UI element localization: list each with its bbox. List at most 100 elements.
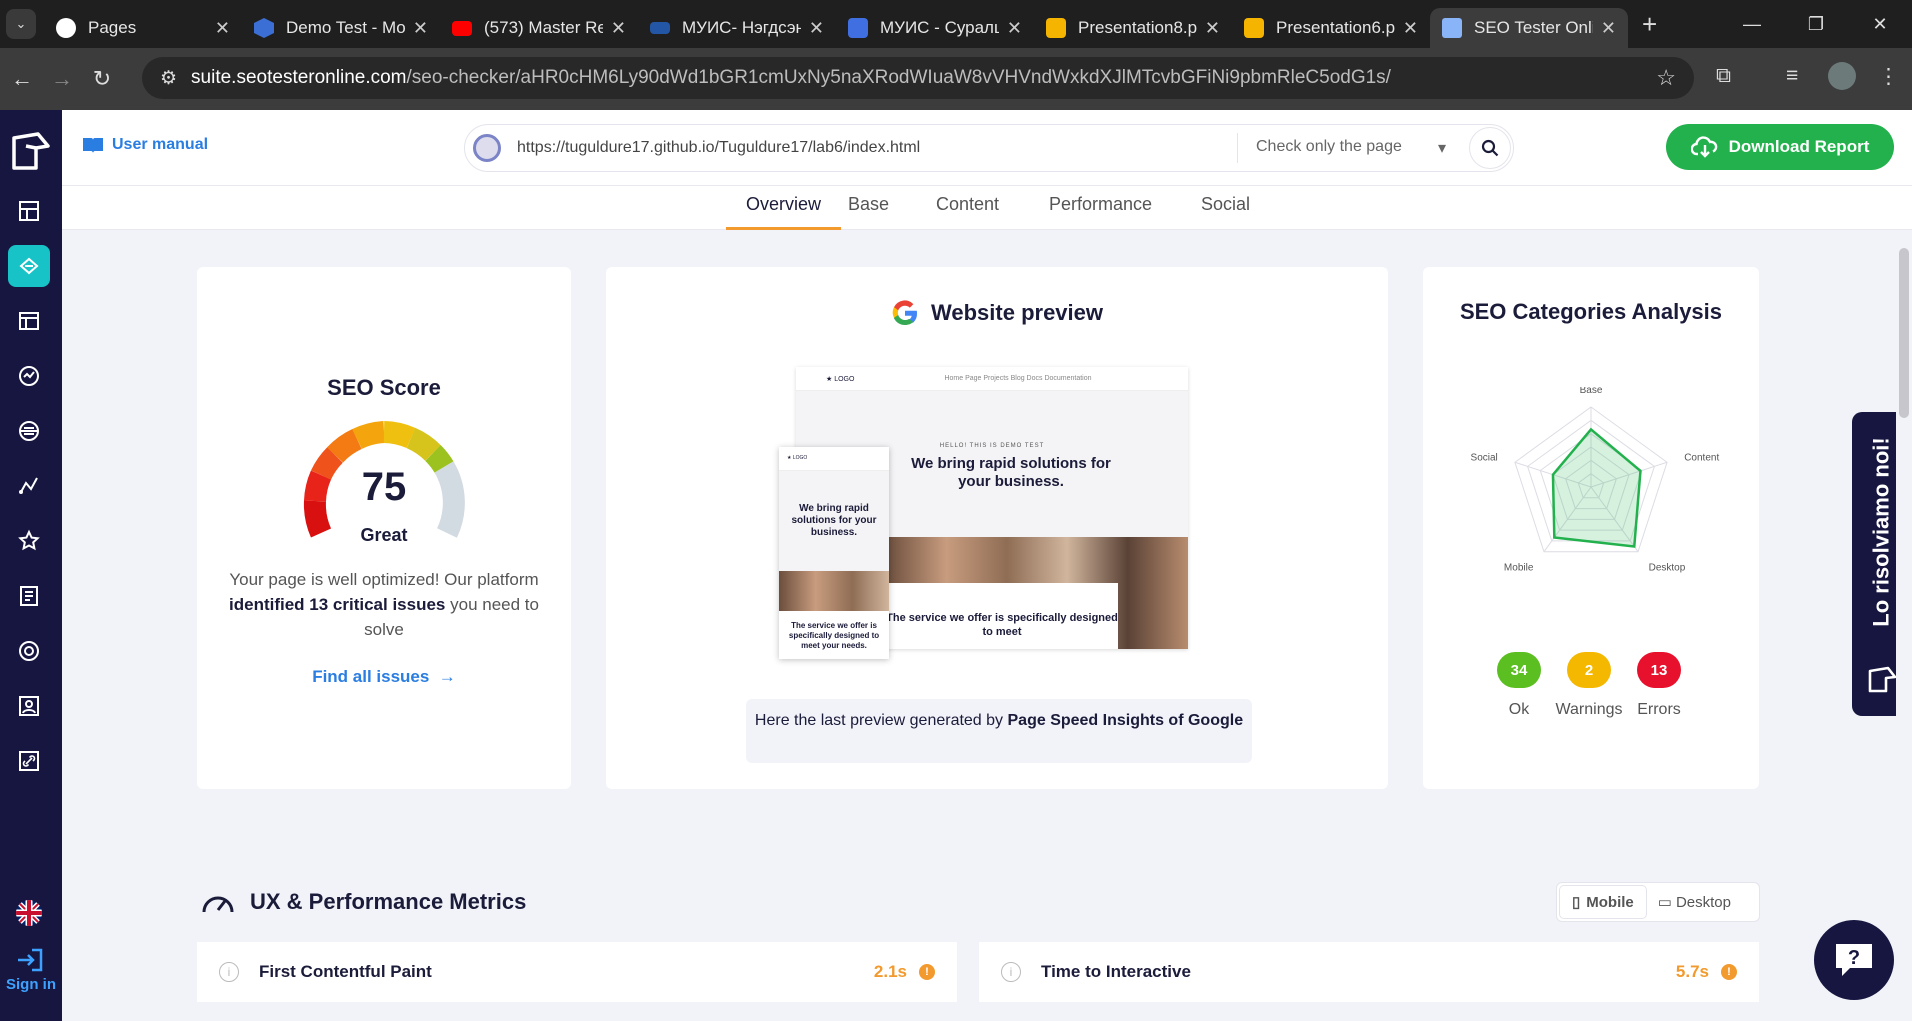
metric-row: i First Contentful Paint 2.1s ! xyxy=(197,942,957,1002)
mobile-preview-image: ★ LOGO We bring rapid solutions for your… xyxy=(779,447,889,659)
warning-icon: ! xyxy=(1721,964,1737,980)
browser-tab-active[interactable]: SEO Tester Onlin ✕ xyxy=(1430,8,1628,48)
check-mode-select[interactable]: Check only the page ▾ xyxy=(1256,138,1456,158)
search-button[interactable] xyxy=(1469,127,1511,169)
language-flag-uk-icon[interactable] xyxy=(16,900,42,926)
minimize-icon[interactable]: — xyxy=(1720,0,1784,48)
tab-performance[interactable]: Performance xyxy=(1049,194,1152,230)
info-icon[interactable]: i xyxy=(219,962,239,982)
close-tab-icon[interactable]: ✕ xyxy=(215,18,230,39)
seo-score-value: 75 xyxy=(361,465,407,509)
ok-count-badge: 34 xyxy=(1497,652,1541,688)
analytics-icon[interactable] xyxy=(8,355,50,397)
browser-tab[interactable]: Pages ✕ xyxy=(44,8,242,48)
tab-overview[interactable]: Overview xyxy=(726,194,842,230)
scrollbar-thumb[interactable] xyxy=(1899,248,1909,418)
user-manual-link[interactable]: User manual xyxy=(82,136,208,154)
user-profile-icon[interactable] xyxy=(8,685,50,727)
restore-icon[interactable]: ❐ xyxy=(1784,0,1848,48)
tab-title: Pages xyxy=(88,18,137,37)
mobile-navbar: ★ LOGO xyxy=(779,447,889,471)
dashboard-icon[interactable] xyxy=(8,190,50,232)
window-controls: — ❐ ✕ xyxy=(1720,0,1912,48)
radar-axis-label-social: Social xyxy=(1471,453,1498,464)
tab-base[interactable]: Base xyxy=(848,194,889,230)
page-scrollbar[interactable] xyxy=(1896,230,1912,1021)
forward-icon[interactable]: → xyxy=(42,66,82,92)
download-report-label: Download Report xyxy=(1728,137,1870,156)
close-tab-icon[interactable]: ✕ xyxy=(1601,18,1616,39)
mobile-service-text: The service we offer is specifically des… xyxy=(788,621,880,650)
site-audit-icon[interactable] xyxy=(8,300,50,342)
check-url-input[interactable]: https://tuguldure17.github.io/Tuguldure1… xyxy=(517,139,1237,157)
backlinks-icon[interactable] xyxy=(8,410,50,452)
metric-value: 2.1s xyxy=(873,962,907,981)
website-preview-title: Website preview xyxy=(931,300,1103,325)
browser-tab[interactable]: МУИС- Нэгдсэн ✕ xyxy=(638,8,836,48)
close-window-icon[interactable]: ✕ xyxy=(1848,0,1912,48)
browser-tab[interactable]: Demo Test - Mo ✕ xyxy=(242,8,440,48)
link-tools-icon[interactable] xyxy=(8,740,50,782)
menu-icon[interactable]: ⋮ xyxy=(1878,64,1899,89)
site-info-icon[interactable]: ⚙ xyxy=(160,67,177,90)
browser-tab[interactable]: Presentation8.pp ✕ xyxy=(1034,8,1232,48)
url-host: suite.seotesteronline.com xyxy=(191,67,407,88)
tab-social[interactable]: Social xyxy=(1201,194,1250,230)
target-icon[interactable] xyxy=(8,630,50,672)
download-report-button[interactable]: Download Report xyxy=(1666,124,1894,170)
sign-in-icon[interactable] xyxy=(16,948,44,972)
svg-text:?: ? xyxy=(1848,947,1860,969)
tab-search-dropdown[interactable]: ⌄ xyxy=(6,9,36,39)
youtube-icon xyxy=(452,20,472,36)
preview-note-text: Here the last preview generated by xyxy=(754,712,1008,729)
github-icon xyxy=(56,18,76,38)
warnings-count-badge: 2 xyxy=(1567,652,1611,688)
close-tab-icon[interactable]: ✕ xyxy=(1403,18,1418,39)
mobile-label: Mobile xyxy=(1586,893,1634,911)
browser-tab[interactable]: Presentation6.pp ✕ xyxy=(1232,8,1430,48)
mobile-people-photo xyxy=(779,571,889,611)
desktop-toggle[interactable]: ▭ Desktop xyxy=(1646,886,1743,918)
preview-navbar: ★ LOGO Home Page Projects Blog Docs Docum… xyxy=(796,367,1188,391)
address-bar[interactable]: ⚙ suite.seotesteronline.com/seo-checker/… xyxy=(142,57,1694,99)
metric-name: Time to Interactive xyxy=(1041,962,1191,981)
close-tab-icon[interactable]: ✕ xyxy=(1205,18,1220,39)
bookmark-star-icon[interactable]: ☆ xyxy=(1656,65,1676,91)
check-mode-value: Check only the page xyxy=(1256,138,1402,155)
rank-star-icon[interactable] xyxy=(8,520,50,562)
find-all-issues-link[interactable]: Find all issues → xyxy=(197,667,571,687)
url-path: /seo-checker/aHR0cHM6Ly90dWd1bGR1cmUxNy5… xyxy=(406,67,1391,88)
help-chat-button[interactable]: ? xyxy=(1814,920,1894,1000)
tab-content[interactable]: Content xyxy=(936,194,999,230)
new-tab-button[interactable]: + xyxy=(1642,9,1657,40)
browser-tab[interactable]: МУИС - Суралц ✕ xyxy=(836,8,1034,48)
device-toggle: ▯ Mobile ▭ Desktop xyxy=(1556,882,1760,922)
seo-categories-card: SEO Categories Analysis Base Content Deskt… xyxy=(1423,267,1759,789)
close-tab-icon[interactable]: ✕ xyxy=(1007,18,1022,39)
search-icon xyxy=(1481,139,1499,157)
profile-avatar-icon[interactable] xyxy=(1828,62,1856,90)
radar-axis-label-mobile: Mobile xyxy=(1504,562,1534,573)
errors-label: Errors xyxy=(1637,701,1681,718)
keyword-icon[interactable] xyxy=(8,465,50,507)
tab-title: Presentation8.pp xyxy=(1078,18,1197,37)
back-icon[interactable]: ← xyxy=(2,66,42,92)
close-tab-icon[interactable]: ✕ xyxy=(611,18,626,39)
extensions-icon[interactable]: ⧉ xyxy=(1716,64,1731,88)
reports-icon[interactable] xyxy=(8,575,50,617)
media-icon[interactable]: ≡ xyxy=(1786,64,1798,88)
mobile-toggle[interactable]: ▯ Mobile xyxy=(1560,886,1646,918)
seo-categories-title: SEO Categories Analysis xyxy=(1459,299,1723,324)
reload-icon[interactable]: ↻ xyxy=(82,66,122,92)
app-sidebar: Sign in xyxy=(0,110,62,1021)
section-tabs: Overview Base Content Performance Social xyxy=(62,186,1912,230)
browser-tab[interactable]: (573) Master Res ✕ xyxy=(440,8,638,48)
desc-text: Your page is well optimized! Our platfor… xyxy=(229,570,539,589)
seo-tester-logo-icon[interactable] xyxy=(8,128,54,174)
close-tab-icon[interactable]: ✕ xyxy=(809,18,824,39)
metric-value: 5.7s xyxy=(1675,962,1709,981)
close-tab-icon[interactable]: ✕ xyxy=(413,18,428,39)
info-icon[interactable]: i xyxy=(1001,962,1021,982)
sign-in-label[interactable]: Sign in xyxy=(0,976,62,993)
seo-checker-icon[interactable] xyxy=(8,245,50,287)
